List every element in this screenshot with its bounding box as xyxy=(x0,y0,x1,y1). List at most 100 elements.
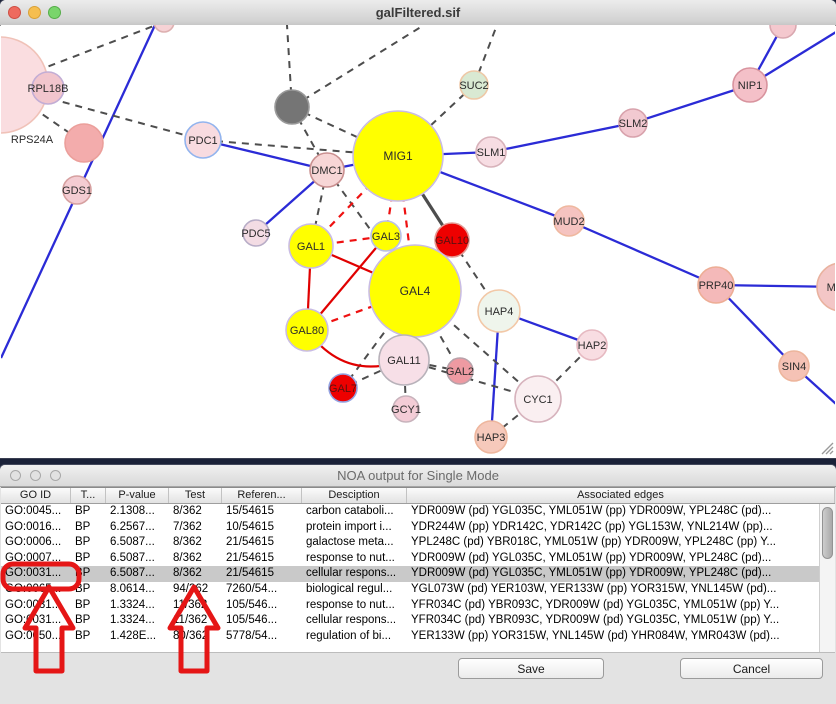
cell-type: BP xyxy=(71,629,106,645)
node-label: GAL1 xyxy=(297,241,325,253)
noa-titlebar[interactable]: NOA output for Single Mode xyxy=(0,465,836,487)
cell-type: BP xyxy=(71,504,106,520)
cell-type: BP xyxy=(71,520,106,536)
cell-test: 8/362 xyxy=(169,504,222,520)
cell-reference: 5778/54... xyxy=(222,629,302,645)
cancel-button[interactable]: Cancel xyxy=(680,658,823,679)
table-row[interactable]: GO:0016...BP6.2567...7/36210/54615protei… xyxy=(1,520,819,536)
node-label: GAL4 xyxy=(400,284,431,298)
column-header-associated-edges[interactable]: Associated edges xyxy=(407,488,835,503)
network-edge[interactable] xyxy=(569,221,716,285)
node-label: GAL7 xyxy=(329,383,357,395)
cell-description: response to nut... xyxy=(302,551,407,567)
cell-go-id: GO:0016... xyxy=(1,520,71,536)
network-canvas[interactable]: RPL18BRPS24AGDS1PDC1DMC1MIG1PDC5SUC2SLM1… xyxy=(1,25,835,456)
node-label: MUD2 xyxy=(553,216,584,228)
network-edge[interactable] xyxy=(292,25,424,107)
node-label: HAP4 xyxy=(485,306,514,318)
column-header-description[interactable]: Desciption xyxy=(302,488,407,503)
cell-go-id: GO:0065... xyxy=(1,582,71,598)
cell-test: 8/362 xyxy=(169,566,222,582)
node-unlabeled[interactable] xyxy=(275,90,309,124)
cell-test: 8/362 xyxy=(169,535,222,551)
cell-associated-edges: YER133W (pp) YOR315W, YNL145W (pd) YHR08… xyxy=(407,629,819,645)
node-label: HAP2 xyxy=(578,340,607,352)
network-edge[interactable] xyxy=(633,85,750,123)
table-scrollbar[interactable] xyxy=(819,504,835,652)
cell-description: cellular respons... xyxy=(302,613,407,629)
node-unlabeled[interactable] xyxy=(770,25,796,38)
table-row[interactable]: GO:0045...BP2.1308...8/36215/54615carbon… xyxy=(1,504,819,520)
screen: galFiltered.sif RPL18BRPS24AGDS1PDC1DMC1… xyxy=(0,0,836,704)
scrollbar-thumb[interactable] xyxy=(822,507,833,559)
cell-description: protein import i... xyxy=(302,520,407,536)
node-label: PDC1 xyxy=(188,135,217,147)
cell-associated-edges: YFR034C (pd) YBR093C, YDR009W (pd) YGL03… xyxy=(407,613,819,629)
cell-go-id: GO:0007... xyxy=(1,551,71,567)
column-header-go-id[interactable]: GO ID xyxy=(1,488,71,503)
network-window: galFiltered.sif RPL18BRPS24AGDS1PDC1DMC1… xyxy=(0,0,836,458)
noa-output-window: NOA output for Single Mode GO IDT...P-va… xyxy=(0,465,836,704)
cell-p-value: 1.3324... xyxy=(106,598,169,614)
table-row[interactable]: GO:0007...BP6.5087...8/36221/54615respon… xyxy=(1,551,819,567)
cell-reference: 21/54615 xyxy=(222,535,302,551)
table-row[interactable]: GO:0050...BP1.428E...80/3625778/54...reg… xyxy=(1,629,819,645)
node-label: HAP3 xyxy=(477,432,506,444)
node-RPS24A[interactable] xyxy=(65,124,103,162)
cell-test: 8/362 xyxy=(169,551,222,567)
node-label: GAL2 xyxy=(446,366,474,378)
table-row[interactable]: GO:0031...BP1.3324...11/362105/546...cel… xyxy=(1,613,819,629)
noa-window-title: NOA output for Single Mode xyxy=(0,465,836,486)
node-label: SIN4 xyxy=(782,361,806,373)
save-button[interactable]: Save xyxy=(458,658,604,679)
cell-type: BP xyxy=(71,551,106,567)
table-header: GO IDT...P-valueTestReferen...Desciption… xyxy=(1,488,835,504)
node-label: GAL10 xyxy=(435,235,469,247)
node-label: NIP1 xyxy=(738,80,762,92)
network-edge[interactable] xyxy=(203,140,327,170)
results-table[interactable]: GO IDT...P-valueTestReferen...Desciption… xyxy=(1,487,835,653)
cell-p-value: 6.5087... xyxy=(106,551,169,567)
cell-description: galactose meta... xyxy=(302,535,407,551)
node-label: GAL3 xyxy=(372,231,400,243)
column-header-type[interactable]: T... xyxy=(71,488,106,503)
cell-reference: 10/54615 xyxy=(222,520,302,536)
cell-type: BP xyxy=(71,598,106,614)
node-unlabeled[interactable] xyxy=(154,25,174,32)
cell-go-id: GO:0031... xyxy=(1,598,71,614)
node-label: SLM2 xyxy=(619,118,648,130)
column-header-p-value[interactable]: P-value xyxy=(106,488,169,503)
cell-p-value: 6.5087... xyxy=(106,566,169,582)
node-label: MSL5 xyxy=(827,282,835,294)
table-row[interactable]: GO:0031...BP1.3324...11/362105/546...res… xyxy=(1,598,819,614)
network-edge[interactable] xyxy=(491,123,633,152)
cell-description: cellular respons... xyxy=(302,566,407,582)
cell-p-value: 2.1308... xyxy=(106,504,169,520)
cell-associated-edges: YDR009W (pd) YGL035C, YML051W (pp) YDR00… xyxy=(407,504,819,520)
table-row[interactable]: GO:0065...BP8.0614...94/3627260/54...bio… xyxy=(1,582,819,598)
node-label: SLM1 xyxy=(477,147,506,159)
network-window-title: galFiltered.sif xyxy=(0,0,836,25)
cell-p-value: 1.428E... xyxy=(106,629,169,645)
table-row[interactable]: GO:0006...BP6.5087...8/36221/54615galact… xyxy=(1,535,819,551)
cell-associated-edges: YDR244W (pp) YDR142C, YDR142C (pp) YGL15… xyxy=(407,520,819,536)
node-label: CYC1 xyxy=(523,394,552,406)
table-body: GO:0045...BP2.1308...8/36215/54615carbon… xyxy=(1,504,819,644)
cell-go-id: GO:0031... xyxy=(1,613,71,629)
cell-test: 11/362 xyxy=(169,613,222,629)
node-label: DMC1 xyxy=(311,165,342,177)
table-row[interactable]: GO:0031...BP6.5087...8/36221/54615cellul… xyxy=(1,566,819,582)
column-header-reference[interactable]: Referen... xyxy=(222,488,302,503)
node-label: SUC2 xyxy=(459,80,488,92)
cell-test: 7/362 xyxy=(169,520,222,536)
resize-grip[interactable] xyxy=(820,441,834,455)
cell-description: carbon cataboli... xyxy=(302,504,407,520)
column-header-test[interactable]: Test xyxy=(169,488,222,503)
cell-reference: 105/546... xyxy=(222,613,302,629)
cell-reference: 15/54615 xyxy=(222,504,302,520)
cell-reference: 7260/54... xyxy=(222,582,302,598)
network-titlebar[interactable]: galFiltered.sif xyxy=(0,0,836,26)
cell-associated-edges: YDR009W (pd) YGL035C, YML051W (pp) YDR00… xyxy=(407,566,819,582)
cell-type: BP xyxy=(71,613,106,629)
cell-p-value: 6.5087... xyxy=(106,535,169,551)
